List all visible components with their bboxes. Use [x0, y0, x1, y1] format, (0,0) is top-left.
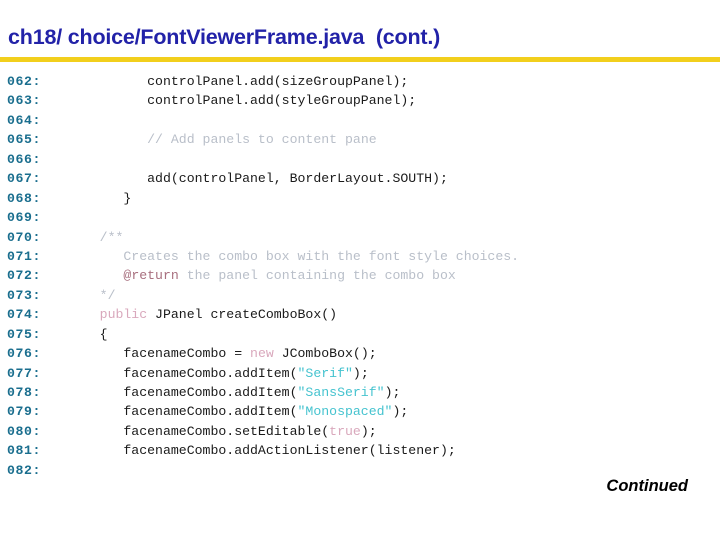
- code-line-number: 073:: [7, 287, 42, 303]
- code-line-number: 074:: [7, 307, 42, 323]
- code-token-keyword: true: [329, 423, 361, 439]
- code-token-plain: }: [68, 190, 132, 206]
- code-line: 064:: [0, 111, 720, 130]
- code-token-plain: );: [352, 365, 369, 381]
- code-line-number: 070:: [7, 229, 42, 245]
- code-line-number: 077:: [7, 365, 42, 381]
- code-token-comment: [100, 268, 124, 283]
- code-line-text: facenameCombo.addItem("Monospaced");: [68, 402, 408, 421]
- code-token-comment: Creates the combo box with the font styl…: [99, 248, 520, 264]
- code-token-plain: );: [392, 404, 409, 420]
- code-line-number: 079:: [7, 404, 42, 420]
- page-title: ch18/ choice/FontViewerFrame.java (cont.…: [8, 25, 441, 49]
- code-line-text: Creates the combo box with the font styl…: [68, 247, 519, 266]
- code-line-text: public JPanel createComboBox(): [68, 305, 337, 324]
- code-token-plain: controlPanel.add(styleGroupPanel);: [68, 93, 417, 109]
- code-line-number: 071:: [7, 248, 42, 264]
- code-line: 066:: [0, 150, 720, 169]
- code-line-number: 075:: [7, 326, 42, 342]
- code-line-text: facenameCombo = new JComboBox();: [68, 344, 377, 363]
- code-token-comment: the panel containing the combo box: [178, 268, 456, 284]
- code-line-number: 063:: [7, 93, 42, 109]
- code-line-number: 082:: [7, 462, 42, 478]
- code-line-number: 080:: [7, 423, 42, 439]
- code-line-text: @return the panel containing the combo b…: [68, 266, 456, 285]
- code-token-keyword: new: [250, 346, 274, 362]
- code-listing: 062: controlPanel.add(sizeGroupPanel); 06…: [0, 72, 720, 478]
- code-line-number: 069:: [7, 210, 42, 226]
- code-line-text: facenameCombo.addItem("SansSerif");: [68, 383, 400, 402]
- code-token-plain: facenameCombo.addActionListener(listener…: [68, 443, 456, 459]
- code-line: 081: facenameCombo.addActionListener(lis…: [0, 441, 720, 460]
- code-line-number: 076:: [7, 346, 42, 362]
- code-line-text: // Add panels to content pane: [68, 130, 377, 149]
- code-line-text: add(controlPanel, BorderLayout.SOUTH);: [68, 169, 448, 188]
- code-line: 065: // Add panels to content pane: [0, 130, 720, 149]
- code-line-text: }: [68, 189, 131, 208]
- code-token-plain: );: [360, 423, 377, 439]
- code-line-number: 081:: [7, 443, 42, 459]
- slide-header: ch18/ choice/FontViewerFrame.java (cont.…: [0, 0, 720, 63]
- code-token-plain: facenameCombo.setEditable(: [68, 423, 330, 439]
- code-line-number: 078:: [7, 385, 42, 400]
- code-line-text: */: [68, 286, 116, 305]
- code-token-plain: );: [384, 385, 401, 400]
- code-token-plain: facenameCombo.addItem(: [68, 404, 298, 420]
- code-line: 077: facenameCombo.addItem("Serif");: [0, 364, 720, 383]
- code-token-comment: */: [99, 287, 116, 303]
- code-line: 074: public JPanel createComboBox(): [0, 305, 720, 324]
- code-line-text: controlPanel.add(styleGroupPanel);: [68, 91, 416, 110]
- code-line-number: 064:: [7, 112, 42, 128]
- code-line: 063: controlPanel.add(styleGroupPanel);: [0, 91, 720, 110]
- code-token-string: "Monospaced": [297, 404, 393, 420]
- code-line: 073: */: [0, 286, 720, 305]
- code-token-plain: JPanel createComboBox(): [147, 307, 338, 323]
- code-line-text: controlPanel.add(sizeGroupPanel);: [68, 72, 408, 91]
- code-line-text: {: [68, 325, 108, 344]
- code-line: 071: Creates the combo box with the font…: [0, 247, 720, 266]
- code-token-plain: JComboBox();: [273, 346, 377, 362]
- code-token-doctag: @return: [123, 268, 179, 284]
- title-underline-rule: [0, 57, 720, 62]
- code-line: 068: }: [0, 189, 720, 208]
- code-line: 072: @return the panel containing the co…: [0, 266, 720, 285]
- code-line-number: 066:: [7, 151, 42, 167]
- code-line: 080: facenameCombo.setEditable(true);: [0, 422, 720, 441]
- code-line: 076: facenameCombo = new JComboBox();: [0, 344, 720, 363]
- code-token-plain: add(controlPanel, BorderLayout.SOUTH);: [68, 171, 448, 187]
- code-line-text: /**: [68, 228, 124, 247]
- code-token-plain: {: [68, 326, 108, 342]
- code-line: 070: /**: [0, 228, 720, 247]
- code-line: 062: controlPanel.add(sizeGroupPanel);: [0, 72, 720, 91]
- code-line-text: facenameCombo.setEditable(true);: [68, 422, 377, 441]
- code-token-plain: controlPanel.add(sizeGroupPanel);: [68, 74, 409, 89]
- code-token-string: "Serif": [297, 365, 353, 381]
- code-line: 067: add(controlPanel, BorderLayout.SOUT…: [0, 169, 720, 188]
- code-line-number: 068:: [7, 190, 42, 206]
- code-line: 078: facenameCombo.addItem("SansSerif");: [0, 383, 720, 402]
- code-token-plain: facenameCombo =: [68, 346, 251, 362]
- code-line-number: 072:: [7, 268, 42, 284]
- code-token-comment: /**: [99, 229, 124, 245]
- code-token-string: "SansSerif": [297, 385, 385, 400]
- code-line: 079: facenameCombo.addItem("Monospaced")…: [0, 402, 720, 421]
- code-line-number: 067:: [7, 171, 42, 187]
- code-line: 075: {: [0, 325, 720, 344]
- code-line: 069:: [0, 208, 720, 227]
- code-token-comment: // Add panels to content pane: [147, 132, 377, 148]
- code-token-keyword: public: [99, 307, 148, 323]
- code-line-number: 065:: [7, 132, 42, 148]
- continued-label: Continued: [606, 477, 688, 495]
- code-line-text: facenameCombo.addItem("Serif");: [68, 364, 369, 383]
- code-token-plain: facenameCombo.addItem(: [68, 365, 298, 381]
- code-token-plain: facenameCombo.addItem(: [68, 385, 298, 400]
- code-line-text: facenameCombo.addActionListener(listener…: [68, 441, 456, 460]
- code-line-number: 062:: [7, 74, 42, 89]
